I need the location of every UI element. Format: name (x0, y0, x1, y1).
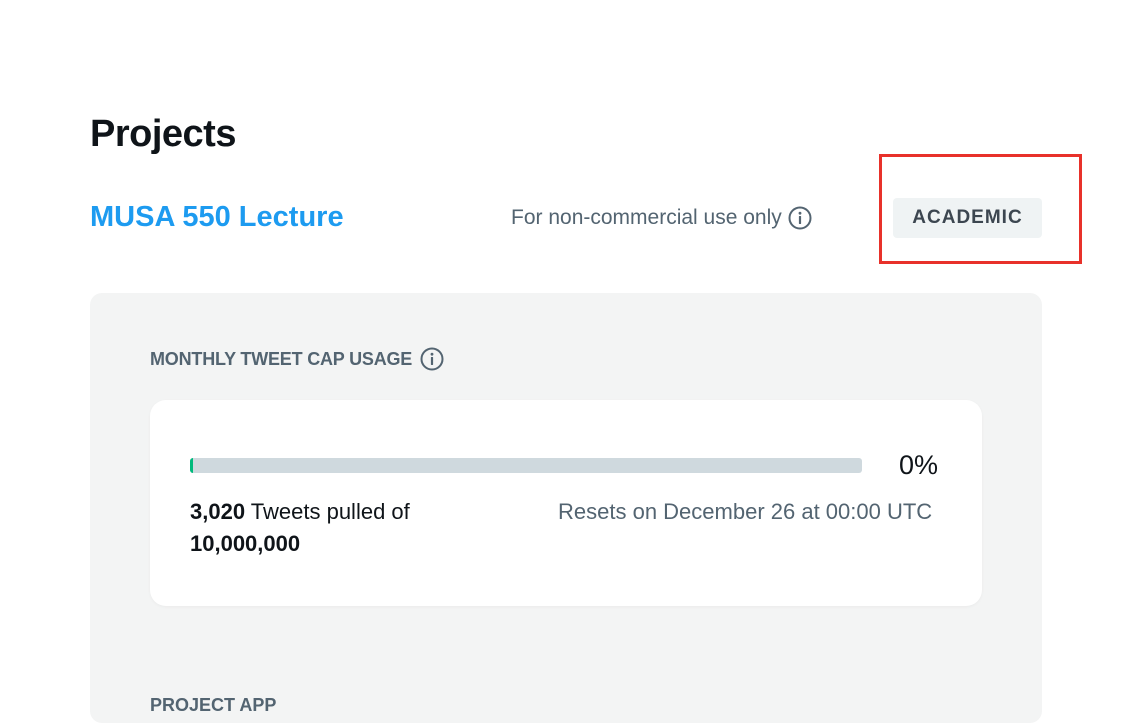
tweets-pulled-label: Tweets pulled of (245, 499, 410, 524)
page-title: Projects (90, 113, 236, 155)
usage-note: For non-commercial use only (511, 204, 812, 232)
project-app-heading: PROJECT APP (150, 695, 277, 715)
tweet-cap-progress-fill (190, 458, 193, 473)
info-icon[interactable] (788, 206, 812, 230)
tweet-cap-card: 0% 3,020 Tweets pulled of 10,000,000 Res… (150, 400, 982, 606)
tweet-cap-percent: 0% (899, 450, 939, 480)
project-panel: MONTHLY TWEET CAP USAGE 0% 3,020 Tweets … (90, 293, 1042, 723)
academic-badge: ACADEMIC (893, 198, 1042, 238)
tweet-cap-progress-bar (190, 458, 862, 473)
tweet-cap-heading-label: MONTHLY TWEET CAP USAGE (150, 348, 413, 369)
tweet-cap-heading: MONTHLY TWEET CAP USAGE (150, 347, 444, 371)
info-icon[interactable] (420, 347, 444, 371)
tweet-cap-total: 10,000,000 (190, 531, 301, 556)
tweet-usage-text: 3,020 Tweets pulled of 10,000,000 (190, 496, 490, 560)
tweets-pulled-count: 3,020 (190, 499, 246, 524)
project-name-link[interactable]: MUSA 550 Lecture (90, 198, 344, 236)
usage-note-label: For non-commercial use only (511, 206, 782, 229)
reset-date-text: Resets on December 26 at 00:00 UTC (558, 499, 933, 524)
